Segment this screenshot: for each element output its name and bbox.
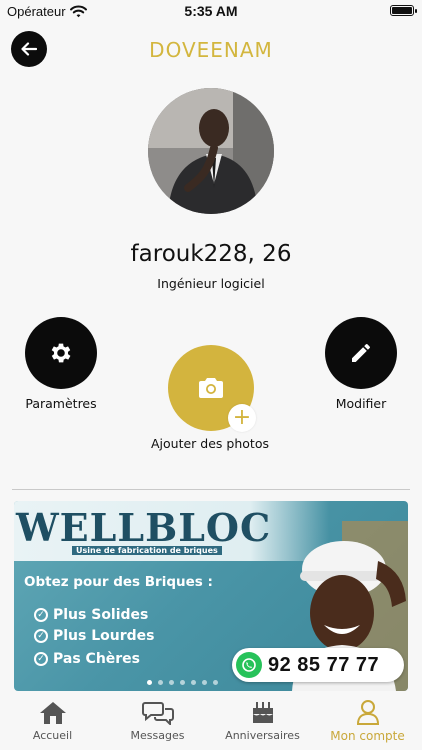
- carousel-dot[interactable]: [147, 680, 152, 685]
- status-bar: Opérateur 5:35 AM: [0, 0, 422, 24]
- carousel-dot[interactable]: [213, 680, 218, 685]
- check-circle-icon: ✓: [34, 629, 48, 643]
- edit-profile-button[interactable]: [325, 317, 397, 389]
- ad-point: ✓ Plus Lourdes: [34, 628, 155, 644]
- clock: 5:35 AM: [184, 3, 238, 19]
- app-title: DOVEENAM: [149, 38, 273, 62]
- user-icon: [356, 695, 380, 725]
- battery-icon: [390, 5, 417, 16]
- carousel-indicator[interactable]: [147, 680, 218, 685]
- ad-headline: Obtez pour des Briques :: [24, 574, 213, 590]
- home-icon: [39, 695, 67, 725]
- tab-bar: Accueil Messages Anniversaires Mon compt…: [0, 691, 422, 750]
- profile-job-title: Ingénieur logiciel: [157, 276, 265, 291]
- ad-point: ✓ Plus Solides: [34, 607, 148, 623]
- gear-icon: [51, 343, 71, 363]
- whatsapp-icon: [236, 652, 262, 678]
- tab-messages[interactable]: Messages: [105, 691, 210, 750]
- tab-anniversaires[interactable]: Anniversaires: [210, 691, 315, 750]
- add-photos-label: Ajouter des photos: [151, 436, 269, 451]
- ad-point-text: Plus Solides: [53, 607, 149, 623]
- camera-icon: [199, 378, 223, 398]
- carousel-dot[interactable]: [169, 680, 174, 685]
- chat-bubbles-icon: [141, 695, 174, 725]
- tab-label: Accueil: [32, 729, 73, 742]
- ad-banner[interactable]: WELLBLOC Usine de fabrication de briques…: [14, 501, 408, 691]
- carousel-dot[interactable]: [191, 680, 196, 685]
- check-circle-icon: ✓: [34, 652, 48, 666]
- tab-label: Anniversaires: [225, 729, 300, 742]
- divider: [12, 489, 410, 490]
- carousel-dot[interactable]: [158, 680, 163, 685]
- ad-point-text: Pas Chères: [53, 651, 141, 667]
- profile-name-age: farouk228, 26: [130, 241, 292, 267]
- carousel-dot[interactable]: [202, 680, 207, 685]
- birthday-cake-icon: [250, 695, 276, 725]
- tab-label: Mon compte: [330, 729, 405, 743]
- pencil-icon: [352, 344, 370, 362]
- settings-button[interactable]: [25, 317, 97, 389]
- tab-accueil[interactable]: Accueil: [0, 691, 105, 750]
- ad-phone-number: 92 85 77 77: [268, 653, 380, 676]
- ad-point: ✓ Pas Chères: [34, 651, 140, 667]
- ad-brand: WELLBLOC: [16, 505, 272, 550]
- carousel-dot[interactable]: [180, 680, 185, 685]
- profile-avatar[interactable]: [148, 88, 274, 214]
- ad-point-text: Plus Lourdes: [53, 628, 155, 644]
- check-circle-icon: ✓: [34, 608, 48, 622]
- ad-phone-pill[interactable]: 92 85 77 77: [232, 648, 404, 682]
- settings-label: Paramètres: [25, 396, 97, 411]
- tab-label: Messages: [130, 729, 185, 742]
- tab-mon-compte[interactable]: Mon compte: [315, 691, 420, 750]
- ad-tagline: Usine de fabrication de briques: [72, 546, 222, 555]
- add-photo-plus-icon[interactable]: +: [228, 404, 256, 432]
- edit-label: Modifier: [335, 396, 387, 411]
